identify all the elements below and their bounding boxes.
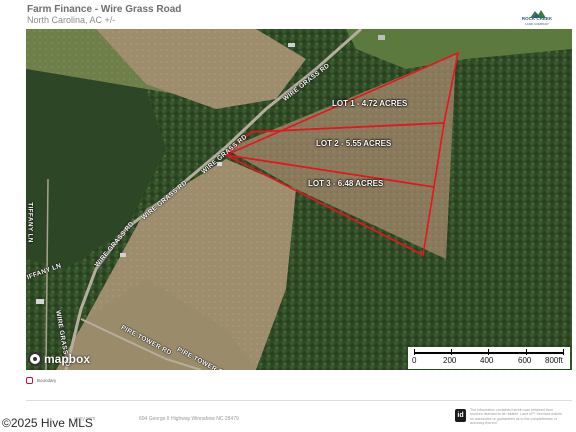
scale-label: 400 xyxy=(480,356,494,365)
map-header: Farm Finance - Wire Grass Road North Car… xyxy=(0,0,576,30)
boundary-swatch-icon xyxy=(26,376,33,384)
land-id-icon: id xyxy=(455,409,466,422)
logo-text: ROCK CREEK LAND COMPANY xyxy=(521,16,553,26)
road-label-tiffany-ln: TIFFANY LN xyxy=(26,202,34,243)
map-legend: Boundary xyxy=(26,374,56,386)
scale-tick xyxy=(488,349,489,355)
mls-watermark: ©2025 Hive MLS xyxy=(2,416,93,430)
mapbox-logo-icon xyxy=(28,352,42,366)
satellite-imagery xyxy=(26,29,572,370)
page-title: Farm Finance - Wire Grass Road xyxy=(27,4,182,15)
scale-label: 200 xyxy=(443,356,457,365)
lot-2-label: LOT 2 - 5.55 ACRES xyxy=(316,139,392,148)
footer-divider xyxy=(26,400,572,401)
scale-bar: 0 200 400 600 800ft xyxy=(408,347,570,369)
scale-tick xyxy=(563,349,564,355)
scale-label: 600 xyxy=(518,356,532,365)
footer-disclaimer: The information contained herein was obt… xyxy=(470,408,562,425)
scale-tick xyxy=(451,349,452,355)
legend-label: Boundary xyxy=(37,377,57,383)
scale-line xyxy=(414,352,564,354)
footer-address: 604 George II Highway Winnabow NC 28479 xyxy=(139,416,239,422)
location-subtitle: North Carolina, AC +/- xyxy=(27,15,116,25)
lot-1-label: LOT 1 - 4.72 ACRES xyxy=(332,99,408,108)
scale-tick xyxy=(414,349,415,355)
satellite-map[interactable]: WIRE GRASS RD WIRE GRASS RD WIRE GRASS R… xyxy=(26,29,572,370)
rock-creek-logo: ROCK CREEK LAND COMPANY xyxy=(520,6,554,26)
scale-label: 0 xyxy=(412,356,417,365)
scale-label: 800ft xyxy=(545,356,563,365)
scale-tick xyxy=(526,349,527,355)
mapbox-attribution[interactable]: mapbox xyxy=(28,350,90,368)
lot-3-label: LOT 3 - 6.48 ACRES xyxy=(308,179,384,188)
mapbox-text: mapbox xyxy=(44,352,91,366)
